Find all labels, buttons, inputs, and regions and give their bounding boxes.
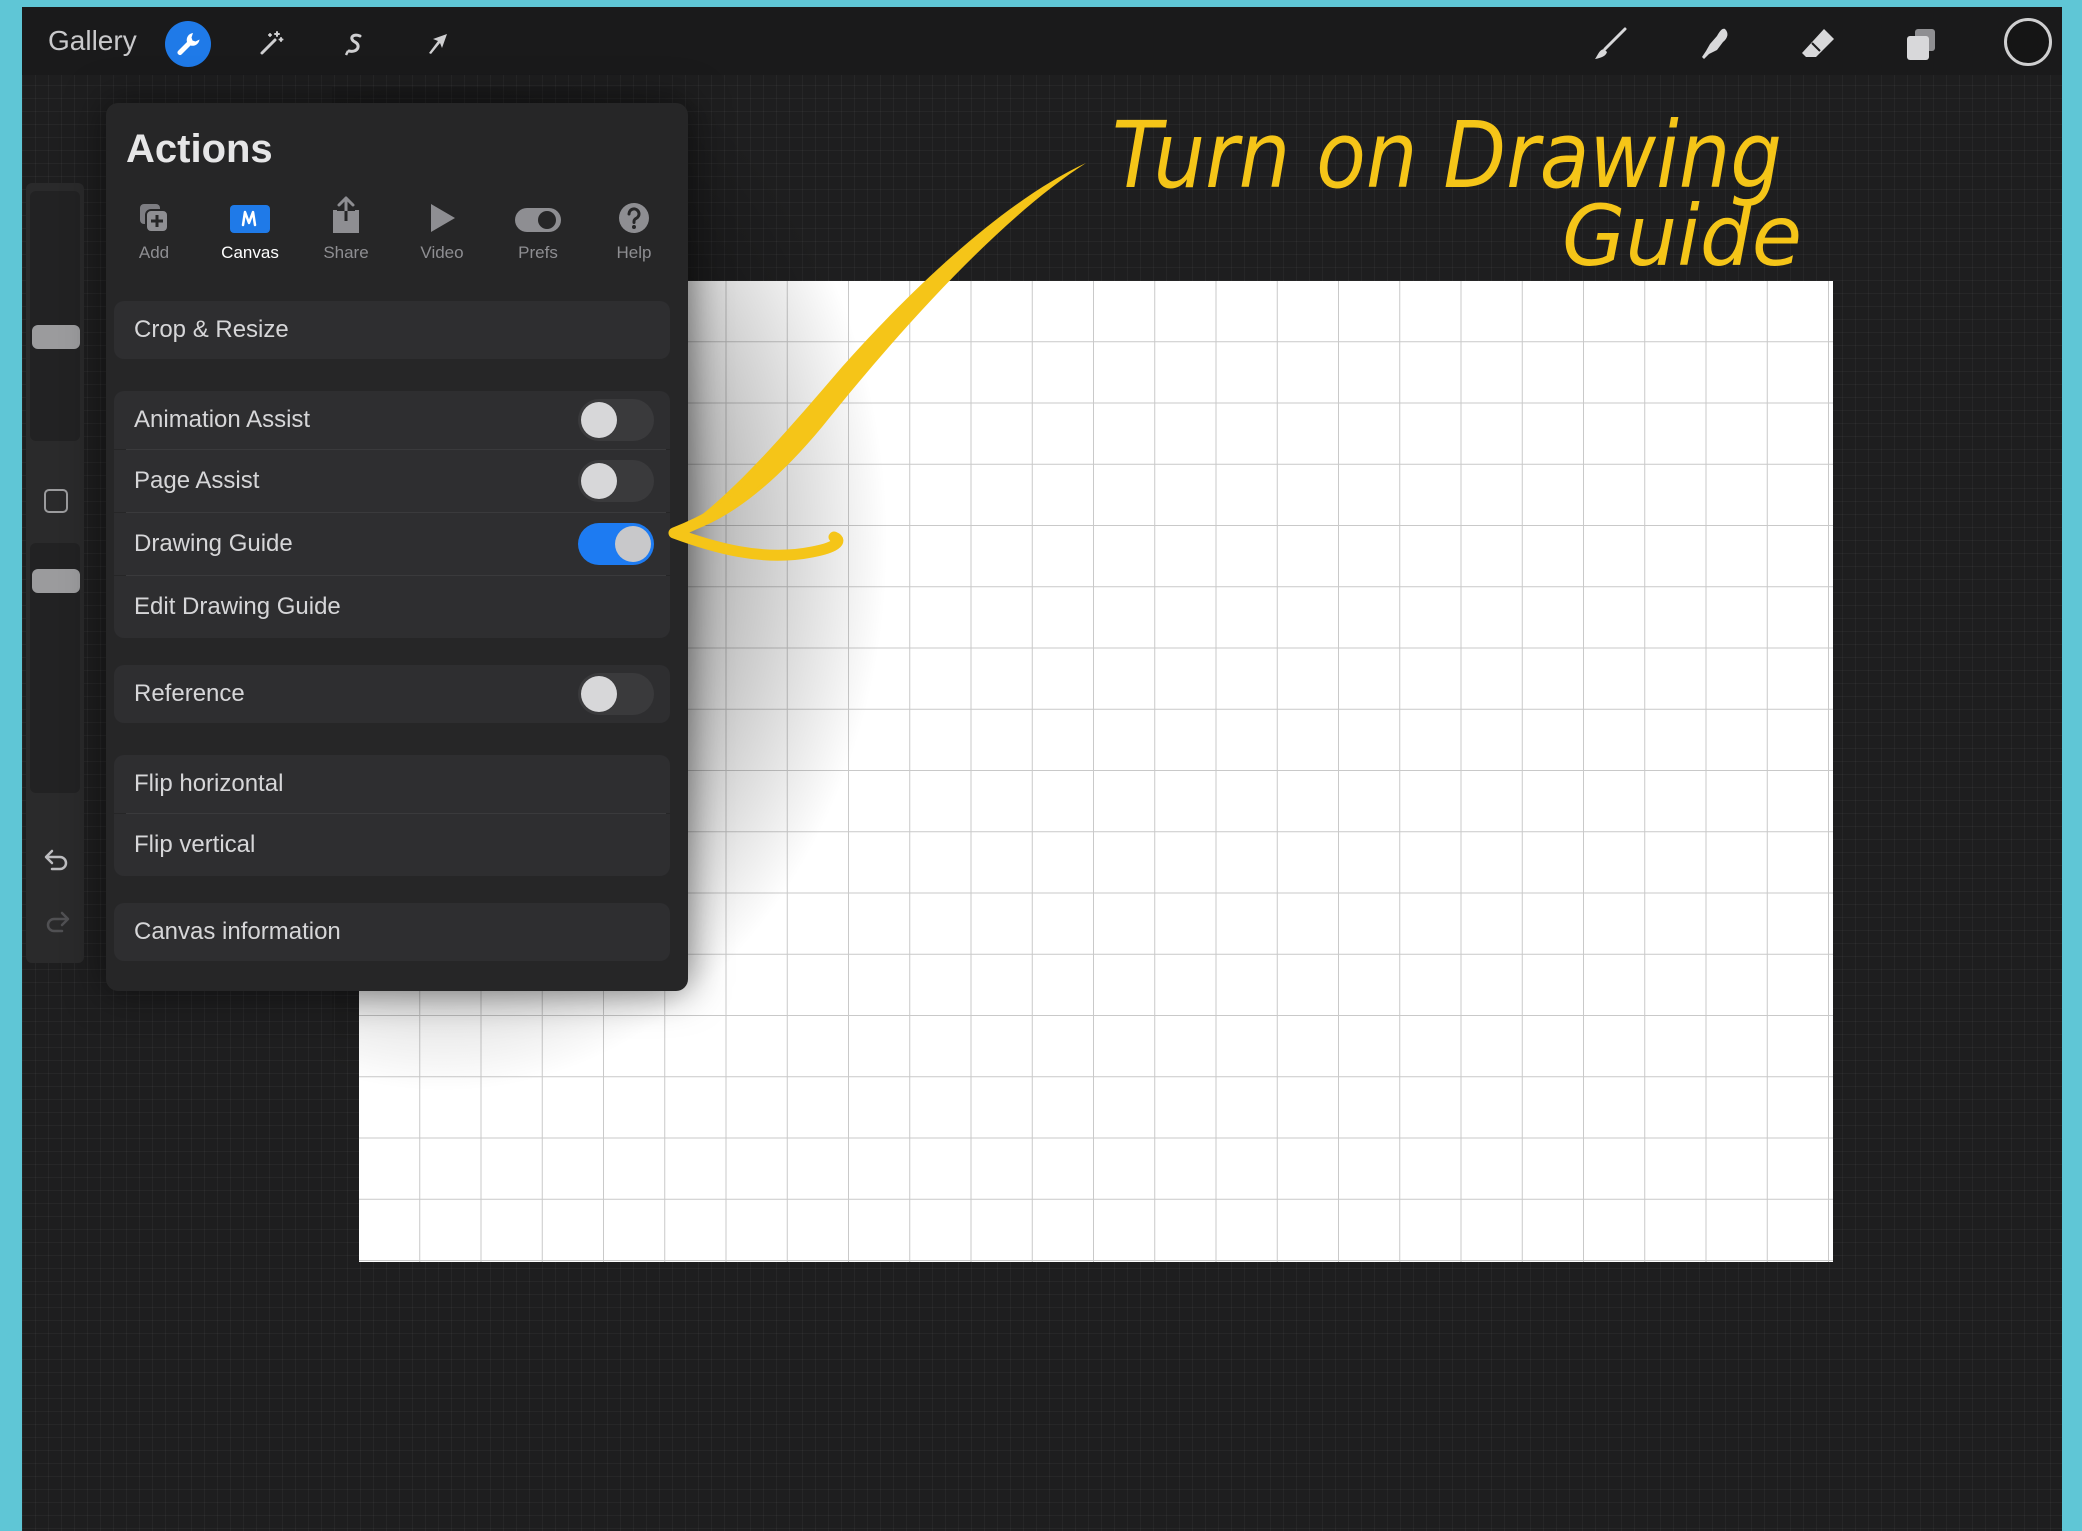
tab-share[interactable]: Share <box>306 195 386 265</box>
eraser-icon[interactable] <box>1795 21 1841 67</box>
edit-drawing-guide-label: Edit Drawing Guide <box>134 593 341 620</box>
tab-label-canvas: Canvas <box>221 243 279 262</box>
crop-resize-row[interactable]: Crop & Resize <box>114 301 670 359</box>
actions-panel: Actions Add Canvas Share Video Prefs Hel… <box>106 103 688 991</box>
flip-vertical-label: Flip vertical <box>134 831 256 858</box>
transform-arrow-icon[interactable] <box>415 21 461 67</box>
canvas-information-row[interactable]: Canvas information <box>114 903 670 961</box>
flip-horizontal-label: Flip horizontal <box>134 770 284 797</box>
gallery-button[interactable]: Gallery <box>48 25 137 57</box>
smudge-icon[interactable] <box>1692 21 1738 67</box>
drawing-guide-toggle[interactable] <box>578 523 654 565</box>
annotation-line-2: Guide <box>1562 187 1802 285</box>
layers-icon[interactable] <box>1898 21 1944 67</box>
annotation-line-1: Turn on Drawing <box>1112 102 1782 209</box>
left-sidebar <box>26 183 84 963</box>
canvas-information-label: Canvas information <box>134 918 341 945</box>
toggle-knob <box>615 526 651 562</box>
tab-label-prefs: Prefs <box>518 243 558 262</box>
brush-icon[interactable] <box>1588 21 1634 67</box>
opacity-handle[interactable] <box>32 569 80 593</box>
redo-icon[interactable] <box>42 907 72 937</box>
flip-vertical-row[interactable]: Flip vertical <box>114 814 670 876</box>
animation-assist-row: Animation Assist <box>114 391 670 449</box>
modify-button[interactable] <box>44 489 68 513</box>
crop-resize-label: Crop & Resize <box>134 316 289 343</box>
tab-label-help: Help <box>616 243 652 262</box>
add-icon <box>114 195 194 235</box>
flip-horizontal-row[interactable]: Flip horizontal <box>114 755 670 813</box>
page-assist-label: Page Assist <box>134 467 260 494</box>
color-well[interactable] <box>2004 18 2052 66</box>
tab-label-video: Video <box>420 243 464 262</box>
top-toolbar: Gallery <box>22 7 2062 75</box>
tab-label-share: Share <box>323 243 369 262</box>
undo-icon[interactable] <box>42 845 72 875</box>
video-icon <box>402 195 482 235</box>
magic-wand-icon[interactable] <box>248 21 294 67</box>
selection-icon[interactable] <box>332 21 378 67</box>
animation-assist-label: Animation Assist <box>134 406 311 433</box>
tab-help[interactable]: Help <box>594 195 674 265</box>
brush-size-handle[interactable] <box>32 325 80 349</box>
canvas-icon <box>210 195 290 235</box>
page-assist-toggle[interactable] <box>578 460 654 502</box>
reference-toggle[interactable] <box>578 673 654 715</box>
page-assist-row: Page Assist <box>114 450 670 512</box>
brush-size-slider[interactable] <box>30 191 80 441</box>
reference-label: Reference <box>134 680 245 707</box>
help-icon <box>594 195 674 235</box>
tab-add[interactable]: Add <box>114 195 194 265</box>
tab-label-add: Add <box>138 243 170 262</box>
prefs-icon <box>498 195 578 235</box>
drawing-guide-row: Drawing Guide <box>114 513 670 575</box>
share-icon <box>306 195 386 235</box>
toggle-knob <box>581 676 617 712</box>
drawing-guide-label: Drawing Guide <box>134 530 293 557</box>
toggle-knob <box>581 463 617 499</box>
tab-video[interactable]: Video <box>402 195 482 265</box>
tab-prefs[interactable]: Prefs <box>498 195 578 265</box>
tab-canvas[interactable]: Canvas <box>210 195 290 265</box>
toggle-knob <box>581 402 617 438</box>
wrench-icon[interactable] <box>165 21 211 67</box>
animation-assist-toggle[interactable] <box>578 399 654 441</box>
panel-title: Actions <box>126 127 273 171</box>
edit-drawing-guide-row[interactable]: Edit Drawing Guide <box>114 576 670 638</box>
procreate-app: Gallery Actions Add Canvas Share Video P… <box>22 7 2062 1531</box>
reference-row: Reference <box>114 665 670 723</box>
